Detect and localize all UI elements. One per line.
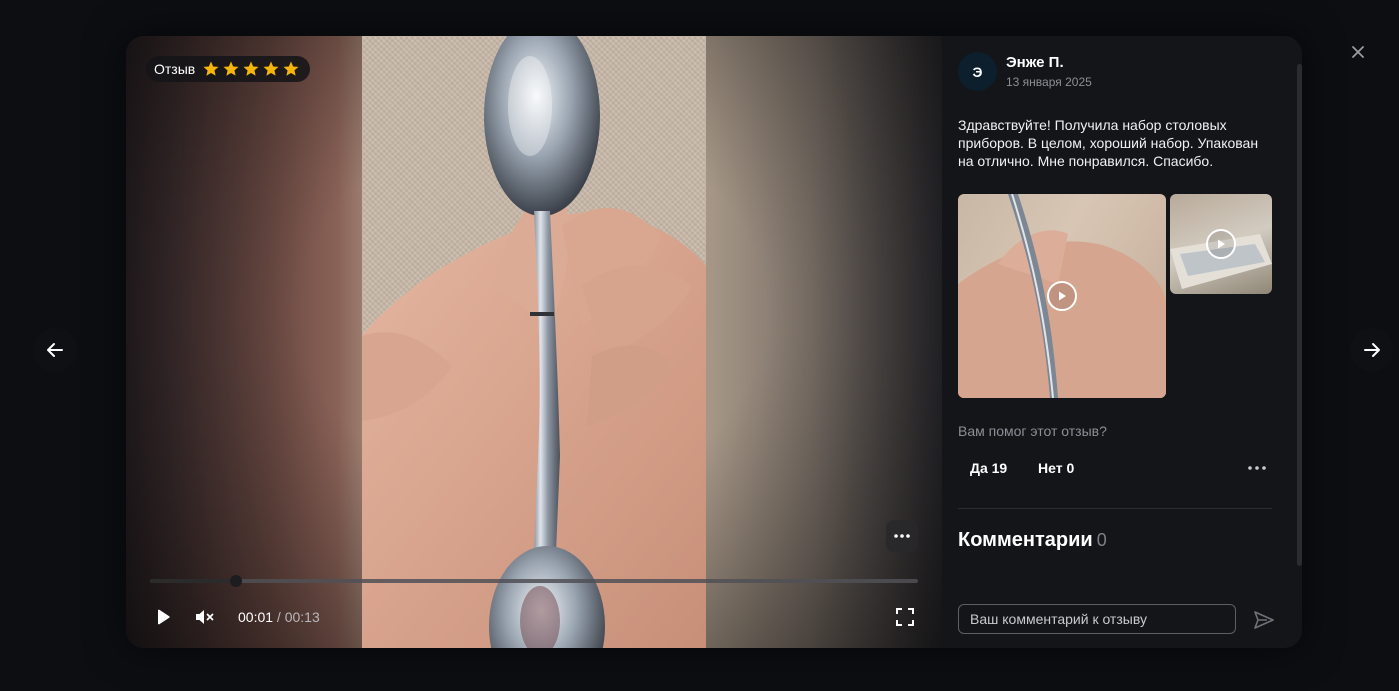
- star-icon: [203, 61, 219, 76]
- comments-title: Комментарии: [958, 529, 1093, 551]
- video-progress-handle[interactable]: [230, 575, 243, 587]
- review-rating-badge: Отзыв: [146, 56, 311, 82]
- video-controls: 00:01 / 00:13: [150, 604, 918, 630]
- star-icon: [243, 61, 259, 76]
- helpful-question: Вам помог этот отзыв?: [958, 423, 1107, 439]
- mute-button[interactable]: [192, 604, 218, 630]
- video-time: 00:01 / 00:13: [238, 609, 320, 625]
- arrow-left-icon: [47, 343, 63, 357]
- star-icon: [283, 61, 299, 76]
- time-separator: /: [273, 609, 285, 625]
- video-progress-bar[interactable]: [150, 575, 918, 587]
- review-author: Э Энже П. 13 января 2025: [958, 52, 1092, 91]
- review-more-button[interactable]: [1246, 460, 1268, 476]
- current-time: 00:01: [238, 609, 274, 625]
- send-icon: [1254, 611, 1274, 629]
- review-media-viewer: Отзыв 00:01 / 00:13: [126, 36, 942, 648]
- video-player[interactable]: [362, 36, 706, 648]
- star-icon: [223, 61, 239, 76]
- thumbnail-play: [1047, 281, 1077, 311]
- avatar: Э: [958, 52, 997, 91]
- review-badge-label: Отзыв: [154, 61, 196, 77]
- total-time: 00:13: [284, 609, 320, 625]
- next-review-button[interactable]: [1350, 328, 1394, 372]
- review-date: 13 января 2025: [1006, 75, 1092, 89]
- star-icon: [263, 61, 279, 76]
- author-name: Энже П.: [1006, 54, 1064, 71]
- rating-stars: [202, 60, 300, 78]
- review-media-thumbnail[interactable]: [1170, 194, 1272, 294]
- video-frame-image: [362, 36, 706, 648]
- video-progress-fill: [150, 579, 237, 583]
- comments-count: 0: [1096, 530, 1107, 550]
- review-details-panel: Э Энже П. 13 января 2025 Здравствуйте! П…: [942, 36, 1302, 648]
- arrow-right-icon: [1364, 343, 1380, 357]
- play-icon: [158, 609, 170, 625]
- close-button[interactable]: [1348, 42, 1368, 62]
- video-more-button[interactable]: [886, 520, 918, 552]
- fullscreen-icon: [896, 608, 914, 626]
- review-modal: Отзыв 00:01 / 00:13 Э Энже П. 13 января …: [126, 36, 1302, 648]
- comment-input[interactable]: [958, 604, 1236, 634]
- more-horizontal-icon: [1248, 466, 1266, 470]
- send-comment-button[interactable]: [1252, 608, 1276, 632]
- vote-no-button[interactable]: Нет 0: [1038, 460, 1074, 476]
- play-button[interactable]: [150, 604, 176, 630]
- fullscreen-button[interactable]: [892, 604, 918, 630]
- more-horizontal-icon: [894, 534, 910, 538]
- volume-muted-icon: [196, 610, 214, 624]
- review-media-thumbnail[interactable]: [958, 194, 1166, 398]
- panel-scrollbar[interactable]: [1297, 64, 1302, 566]
- comments-heading: Комментарии 0: [958, 529, 1107, 552]
- vote-yes-button[interactable]: Да 19: [970, 460, 1007, 476]
- review-text: Здравствуйте! Получила набор столовых пр…: [958, 117, 1259, 169]
- previous-review-button[interactable]: [33, 328, 77, 372]
- close-icon: [1352, 46, 1364, 58]
- divider: [958, 508, 1272, 509]
- thumbnail-play: [1206, 229, 1236, 259]
- play-icon: [1218, 239, 1225, 249]
- play-icon: [1059, 291, 1066, 301]
